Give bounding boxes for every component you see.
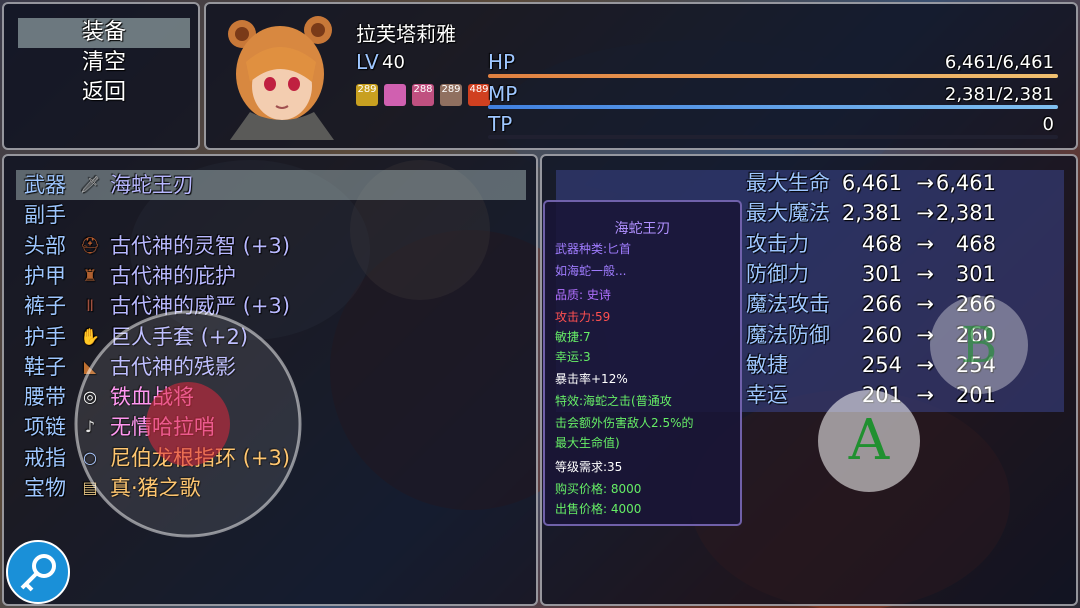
b-button[interactable]: B — [930, 296, 1028, 394]
state-icon-3: 288 — [412, 84, 434, 106]
return-command[interactable]: 返回 — [18, 78, 190, 108]
slot-label: 护手 — [24, 324, 66, 349]
key-menu-button[interactable] — [6, 540, 70, 604]
stat-new: 2,381 — [935, 201, 996, 226]
state-icon-5-count: 489 — [469, 84, 489, 95]
armor-icon: ♜ — [82, 265, 98, 285]
stat-new: 6,461 — [935, 171, 996, 195]
slot-label: 项链 — [24, 415, 66, 440]
stat-arrow: → — [916, 261, 934, 286]
item-info-popup: 海蛇王刃 武器种类:匕首 如海蛇一般... 品质: 史诗 攻击力:59 敏捷:7 幸运:3… — [543, 200, 742, 526]
state-icon-5: 489 — [468, 84, 490, 106]
mp-label: MP — [488, 82, 518, 106]
stat-label: 最大生命 — [746, 171, 830, 195]
virtual-joystick[interactable] — [72, 308, 304, 540]
stat-row: 最大生命 6,461 → 6,461 — [746, 168, 996, 198]
hp-value: 6,461/6,461 — [944, 52, 1054, 73]
item-info-line: 购买价格: 8000 — [555, 482, 642, 496]
equip-slot[interactable]: 副手 — [18, 200, 528, 230]
state-icon-2 — [384, 84, 406, 106]
stat-row: 防御力 301 → 301 — [746, 259, 996, 289]
slot-label: 武器 — [24, 173, 66, 197]
slot-label: 腰带 — [24, 385, 66, 410]
tp-bar-track — [488, 135, 1058, 139]
sword-icon: 🗡 — [80, 175, 101, 194]
actor-status-window: 拉芙塔莉雅 LV 40 289 288 289 489 HP 6,461/6,4… — [204, 2, 1078, 150]
slot-label: 戒指 — [24, 445, 66, 470]
level-label: LV — [356, 50, 379, 74]
slot-item-name: 海蛇王刃 — [110, 173, 194, 197]
state-icon-1: 289 — [356, 84, 378, 106]
stat-current: 254 — [861, 352, 902, 377]
tp-value: 0 — [1042, 114, 1054, 135]
stat-arrow: → — [916, 171, 934, 195]
stat-label: 魔法攻击 — [746, 292, 830, 317]
state-icon-3-count: 288 — [413, 84, 433, 95]
mp-bar-track — [488, 105, 1058, 109]
equip-command[interactable]: 装备 — [18, 18, 190, 48]
stat-arrow: → — [916, 201, 934, 226]
stat-current: 2,381 — [841, 201, 902, 226]
stat-current: 468 — [861, 231, 902, 256]
clear-command[interactable]: 清空 — [18, 48, 190, 78]
stat-current: 301 — [861, 261, 902, 286]
stat-label: 最大魔法 — [746, 201, 830, 226]
state-icon-1-count: 289 — [357, 84, 377, 95]
stat-new: 301 — [955, 261, 996, 286]
equip-slot[interactable]: 武器 🗡 海蛇王刃 — [18, 170, 528, 200]
stat-label: 敏捷 — [746, 352, 788, 377]
key-icon — [20, 554, 56, 592]
hp-label: HP — [488, 50, 516, 74]
stat-label: 魔法防御 — [746, 322, 830, 347]
hp-bar-track — [488, 74, 1058, 78]
item-info-line: 暴击率+12% — [555, 372, 628, 386]
hp-bar-fill — [488, 74, 1058, 78]
slot-label: 鞋子 — [24, 354, 66, 379]
stat-row: 攻击力 468 → 468 — [746, 229, 996, 259]
state-icon-4: 289 — [440, 84, 462, 106]
command-window: 装备 清空 返回 — [2, 2, 200, 150]
slot-label: 裤子 — [24, 294, 66, 319]
item-info-line: 最大生命值) — [555, 436, 620, 450]
item-info-line: 品质: 史诗 — [555, 288, 611, 302]
item-info-line: 攻击力:59 — [555, 310, 611, 324]
actor-name: 拉芙塔莉雅 — [356, 22, 456, 46]
item-info-line: 如海蛇一般... — [555, 264, 627, 278]
stat-new: 468 — [955, 231, 996, 256]
slot-label: 护甲 — [24, 263, 66, 288]
mp-value: 2,381/2,381 — [944, 84, 1054, 105]
equip-slot[interactable]: 护甲 ♜ 古代神的庇护 — [18, 261, 528, 291]
item-info-line: 敏捷:7 — [555, 330, 591, 344]
stat-row: 最大魔法 2,381 → 2,381 — [746, 198, 996, 228]
stat-label: 防御力 — [746, 261, 809, 286]
stat-current: 6,461 — [841, 171, 902, 195]
item-info-line: 等级需求:35 — [555, 460, 623, 474]
slot-item-name: 古代神的灵智 (+3) — [110, 233, 291, 258]
stat-arrow: → — [916, 383, 934, 408]
item-info-title: 海蛇王刃 — [614, 221, 671, 237]
state-icon-4-count: 289 — [441, 84, 461, 95]
stat-arrow: → — [916, 292, 934, 317]
slot-label: 宝物 — [24, 476, 66, 500]
item-info-line: 特效:海蛇之击(普通攻 — [555, 394, 672, 408]
stat-label: 攻击力 — [746, 231, 809, 256]
slot-item-name: 古代神的庇护 — [110, 263, 236, 288]
helmet-icon: ⛑ — [80, 235, 101, 255]
slot-label: 头部 — [24, 233, 66, 258]
stat-current: 266 — [861, 292, 902, 317]
item-info-line: 击会额外伤害敌人2.5%的 — [555, 416, 694, 430]
tp-label: TP — [488, 112, 513, 136]
item-info-line: 出售价格: 4000 — [555, 502, 642, 516]
item-info-line: 幸运:3 — [555, 350, 591, 364]
actor-portrait — [228, 16, 334, 140]
stat-arrow: → — [916, 231, 934, 256]
stat-label: 幸运 — [746, 383, 788, 408]
level-value: 40 — [382, 52, 405, 73]
mp-bar-fill — [488, 105, 1058, 109]
equip-slot[interactable]: 头部 ⛑ 古代神的灵智 (+3) — [18, 231, 528, 261]
item-info-line: 武器种类:匕首 — [555, 242, 632, 256]
slot-label: 副手 — [24, 203, 66, 228]
stat-current: 260 — [861, 322, 902, 347]
a-button[interactable]: A — [818, 390, 920, 492]
